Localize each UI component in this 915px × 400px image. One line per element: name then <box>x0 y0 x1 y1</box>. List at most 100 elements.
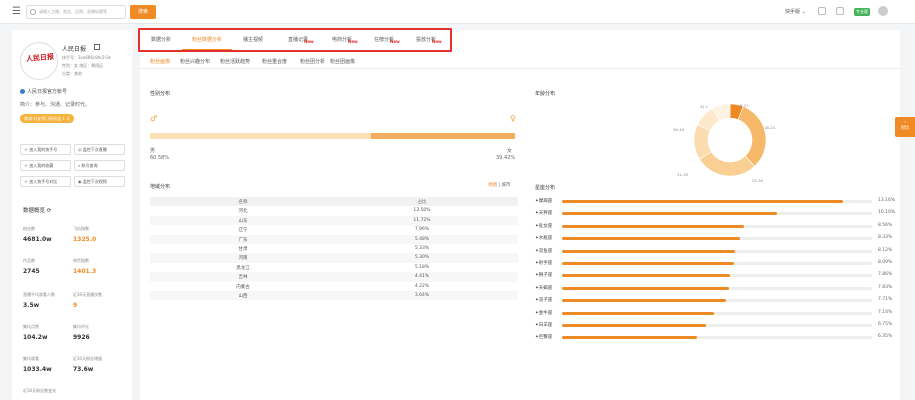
zodiac-name: ✦天秤座 <box>535 211 553 217</box>
gender-title: 性别分布 <box>150 91 171 97</box>
table-row: 黑龙江 5.18% <box>150 263 518 272</box>
age-slice-1[interactable] <box>737 106 767 167</box>
region-table: 名称 占比 河北 13.50% 山东 11.72% 辽宁 7.96% 广东 5.48% 甘肃 5.33… <box>150 197 518 301</box>
table-header: 名称 占比 <box>150 197 518 207</box>
kuaishou-id: 快手号：3xa686c8hr2r3e <box>62 55 112 60</box>
stat-label: 近30天直播次数 <box>73 292 103 297</box>
stat-value: 9926 <box>73 334 90 341</box>
stat-value: 1401.3 <box>73 268 97 275</box>
zodiac-row: ✦白羊座 6.75% <box>535 321 900 330</box>
search-input[interactable]: 请输入主播、商品、品牌、直播标题等 <box>26 5 126 19</box>
search-button[interactable]: 搜索 <box>130 5 156 19</box>
region-name: 山东 <box>238 218 248 224</box>
region-pct: 5.30% <box>414 255 430 261</box>
tab-2[interactable]: 播主视频 <box>236 30 270 50</box>
map-toggle[interactable]: 地图 <box>488 183 497 188</box>
zodiac-track <box>562 286 872 290</box>
platform-switch[interactable]: 快手版 ⌄ <box>785 8 806 15</box>
stat-value: 3.5w <box>23 302 40 309</box>
invite-button[interactable]: 邀请·好友得订阅权益 1 天 <box>20 114 75 123</box>
zodiac-track <box>562 237 872 241</box>
new-badge: New <box>432 39 442 44</box>
stat-value: 73.6w <box>73 366 94 373</box>
tab-3[interactable]: 直播记录 New <box>278 30 318 50</box>
zodiac-track <box>562 311 872 315</box>
male-pct: 60.58% <box>150 155 170 161</box>
region-toggle: 地图 | 城市 <box>488 183 511 188</box>
age-title: 年龄分布 <box>535 91 556 97</box>
table-row: 山东 11.72% <box>150 215 518 226</box>
age-label: 25-30 <box>752 178 764 183</box>
zodiac-name: ✦白羊座 <box>535 323 553 328</box>
monitor-live-button[interactable]: ◎ 监控下次直播 <box>74 144 125 155</box>
male-bar <box>150 133 372 139</box>
zodiac-pct: 10.10% <box>878 210 896 216</box>
table-row: 内蒙古 4.22% <box>150 282 518 291</box>
chevron-down-icon: ⌄ <box>801 9 806 15</box>
sub-tab-3[interactable]: 粉丝重合度 <box>262 58 287 65</box>
zodiac-name: ✦双子座 <box>535 298 553 304</box>
zodiac-row: ✦天秤座 10.10% <box>535 209 900 218</box>
sub-tab-5[interactable]: 粉丝团画像 <box>330 58 355 65</box>
table-row: 甘肃 5.33% <box>150 244 518 253</box>
zodiac-fill <box>562 249 736 253</box>
zodiac-pct: 7.71% <box>878 297 893 303</box>
stat-label: 作品数 <box>23 258 35 263</box>
add-to-my-accounts-button[interactable]: ＋ 加入我的快手号 <box>20 144 71 155</box>
stat-label: 集均点赞 <box>23 324 39 329</box>
compare-side-tab[interactable]: ‹ 对比 <box>895 117 915 137</box>
region-pct: 13.50% <box>413 208 431 214</box>
region-pct: 5.33% <box>414 245 430 251</box>
overview-title: 数据概览 ⟳ <box>23 208 52 214</box>
sub-tab-4[interactable]: 粉丝团分析 <box>300 58 325 65</box>
sub-tab-2[interactable]: 粉丝活跃趋势 <box>220 58 250 65</box>
tab-5[interactable]: 在榜分析 New <box>364 30 404 50</box>
zodiac-name: ✦金牛座 <box>535 310 553 316</box>
sub-tab-1[interactable]: 粉丝兴趣分布 <box>180 58 210 65</box>
age-donut-chart <box>693 103 767 177</box>
stat-label: 近30天粉丝数变化 <box>23 388 57 393</box>
cloud-icon[interactable] <box>818 7 826 15</box>
region-name: 河南 <box>238 256 248 262</box>
refresh-icon[interactable]: ⟳ <box>47 208 52 214</box>
stat-value: 9 <box>73 302 78 309</box>
zodiac-name: ✦双鱼座 <box>535 248 553 254</box>
female-bar <box>371 133 515 139</box>
zodiac-name: ✦处女座 <box>535 223 553 229</box>
account-search-button[interactable]: ⌕ 帐号查询 <box>74 160 125 171</box>
zodiac-pct: 8.12% <box>878 247 893 253</box>
table-row: 吉林 4.41% <box>150 272 518 282</box>
add-to-compare-button[interactable]: ＋ 加入快手号对比 <box>20 176 71 187</box>
zodiac-pct: 8.09% <box>878 260 893 265</box>
mobile-icon[interactable] <box>836 7 844 15</box>
region-name: 河北 <box>238 209 248 215</box>
zodiac-row: ✦处女座 8.56% <box>535 222 900 231</box>
zodiac-name: ✦天蝎座 <box>535 285 553 291</box>
avatar-icon[interactable] <box>878 6 888 16</box>
zodiac-fill <box>562 274 730 278</box>
age-label: 41+ <box>700 104 709 109</box>
region-pct: 5.18% <box>414 264 430 270</box>
stat-value: 2745 <box>23 268 40 275</box>
menu-icon[interactable]: ☰ <box>12 6 21 17</box>
stat-label: 带货指数 <box>73 258 89 263</box>
add-to-favorites-button[interactable]: ＋ 加入我的收藏 <box>20 160 71 171</box>
tab-4[interactable]: 电商分析 New <box>322 30 362 50</box>
tab-1[interactable]: 粉丝数据分析 <box>182 30 232 50</box>
tab-6[interactable]: 投放分析 New <box>406 30 446 50</box>
zodiac-pct: 7.83% <box>878 284 893 290</box>
stat-value: 1033.4w <box>23 366 52 373</box>
male-icon: ♂ <box>150 114 158 123</box>
logo-text: 人民日报 <box>25 51 55 64</box>
search-placeholder: 请输入主播、商品、品牌、直播标题等 <box>39 9 107 14</box>
verified-icon <box>20 89 25 94</box>
monitor-video-button[interactable]: ◉ 监控下次视频 <box>74 176 125 187</box>
tab-0[interactable]: 数据分析 <box>140 30 182 50</box>
zodiac-name: ✦摩羯座 <box>535 199 553 204</box>
qr-code-icon[interactable] <box>94 44 100 50</box>
zodiac-track <box>562 274 872 278</box>
pro-badge[interactable]: 专业版 <box>854 8 870 16</box>
region-name: 吉林 <box>238 275 248 281</box>
city-toggle[interactable]: 城市 <box>501 183 510 188</box>
verify-info: 人民日报官方帐号 <box>20 88 67 95</box>
